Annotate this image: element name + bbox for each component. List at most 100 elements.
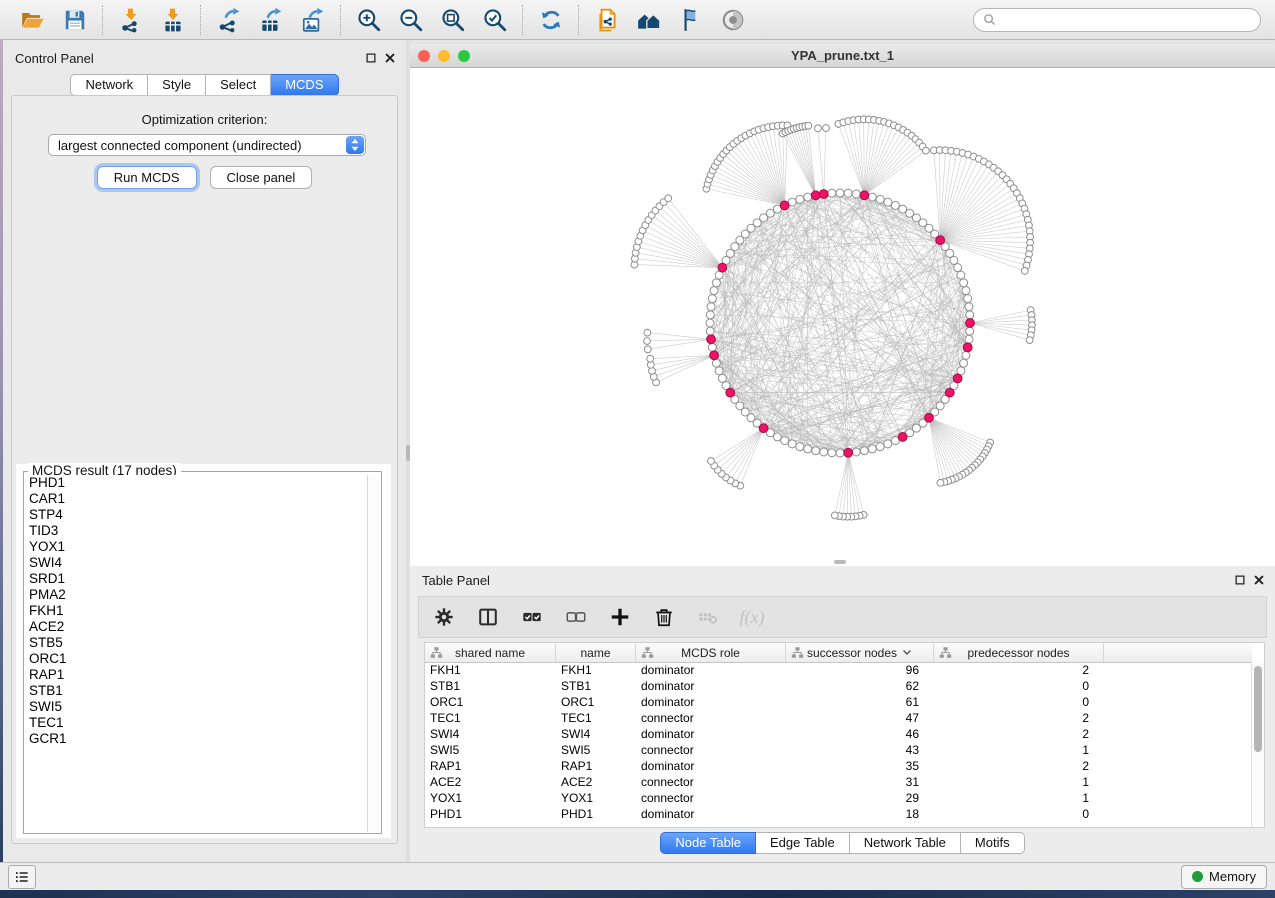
- table-cell[interactable]: 2: [934, 727, 1104, 741]
- add-row-button[interactable]: [605, 602, 635, 632]
- import-network-button[interactable]: [114, 4, 148, 36]
- table-row[interactable]: SWI4SWI4dominator462: [425, 726, 1252, 742]
- graph-node[interactable]: [876, 195, 884, 203]
- table-cell[interactable]: SWI4: [556, 727, 636, 741]
- network-canvas[interactable]: [410, 68, 1275, 558]
- deselect-all-button[interactable]: [561, 602, 591, 632]
- graph-node[interactable]: [804, 445, 812, 453]
- graph-hub-node[interactable]: [953, 374, 962, 383]
- table-cell[interactable]: dominator: [636, 807, 786, 821]
- zoom-in-button[interactable]: [352, 4, 386, 36]
- mcds-result-item[interactable]: TID3: [25, 523, 367, 539]
- table-cell[interactable]: STB1: [556, 679, 636, 693]
- graph-node[interactable]: [828, 449, 836, 457]
- graph-hub-node[interactable]: [710, 351, 719, 360]
- table-cell[interactable]: dominator: [636, 727, 786, 741]
- delete-row-button[interactable]: [649, 602, 679, 632]
- graph-leaf-node[interactable]: [644, 338, 651, 345]
- export-network-button[interactable]: [212, 4, 246, 36]
- mcds-list-scrollbar[interactable]: [367, 475, 380, 832]
- memory-button[interactable]: Memory: [1181, 865, 1267, 889]
- run-mcds-button[interactable]: Run MCDS: [97, 166, 197, 189]
- table-cell[interactable]: SWI5: [556, 743, 636, 757]
- table-cell[interactable]: 2: [934, 663, 1104, 677]
- table-cell[interactable]: connector: [636, 711, 786, 725]
- graph-hub-node[interactable]: [860, 191, 869, 200]
- graph-node[interactable]: [708, 343, 716, 351]
- graph-hub-node[interactable]: [963, 343, 972, 352]
- table-cell[interactable]: 1: [934, 743, 1104, 757]
- table-cell[interactable]: 1: [934, 791, 1104, 805]
- graph-node[interactable]: [965, 335, 973, 343]
- graph-node[interactable]: [706, 319, 714, 327]
- graph-node[interactable]: [868, 193, 876, 201]
- table-cell[interactable]: dominator: [636, 679, 786, 693]
- graph-node[interactable]: [708, 295, 716, 303]
- table-row[interactable]: YOX1YOX1connector291: [425, 790, 1252, 806]
- network-window-titlebar[interactable]: YPA_prune.txt_1: [410, 44, 1275, 68]
- mcds-result-item[interactable]: GCR1: [25, 731, 367, 747]
- export-table-button[interactable]: [254, 4, 288, 36]
- search-input[interactable]: [1002, 11, 1252, 28]
- mcds-result-item[interactable]: STP4: [25, 507, 367, 523]
- graph-node[interactable]: [788, 440, 796, 448]
- column-header-predecessor-nodes[interactable]: predecessor nodes: [934, 643, 1104, 662]
- refresh-button[interactable]: [534, 4, 568, 36]
- table-row[interactable]: ORC1ORC1dominator610: [425, 694, 1252, 710]
- table-cell[interactable]: 0: [934, 679, 1104, 693]
- clone-network-button[interactable]: [590, 4, 624, 36]
- graph-node[interactable]: [884, 440, 892, 448]
- export-image-button[interactable]: [296, 4, 330, 36]
- zoom-out-button[interactable]: [394, 4, 428, 36]
- graph-node[interactable]: [960, 279, 968, 287]
- tab-network[interactable]: Network: [70, 74, 148, 96]
- graph-node[interactable]: [812, 447, 820, 455]
- mcds-result-item[interactable]: YOX1: [25, 539, 367, 555]
- table-cell[interactable]: ORC1: [556, 695, 636, 709]
- graph-leaf-node[interactable]: [644, 346, 651, 353]
- graph-node[interactable]: [964, 295, 972, 303]
- table-cell[interactable]: 1: [934, 775, 1104, 789]
- table-cell[interactable]: 29: [786, 791, 934, 805]
- first-neighbors-button[interactable]: [632, 4, 666, 36]
- hide-selected-button[interactable]: [674, 4, 708, 36]
- column-header-name[interactable]: name: [556, 643, 636, 662]
- graph-node[interactable]: [712, 359, 720, 367]
- column-header-successor-nodes[interactable]: successor nodes: [786, 643, 934, 662]
- graph-leaf-node[interactable]: [647, 355, 654, 362]
- graph-node[interactable]: [707, 303, 715, 311]
- table-cell[interactable]: TEC1: [556, 711, 636, 725]
- import-table-button[interactable]: [156, 4, 190, 36]
- table-row[interactable]: RAP1RAP1dominator352: [425, 758, 1252, 774]
- mcds-result-item[interactable]: TEC1: [25, 715, 367, 731]
- graph-node[interactable]: [820, 448, 828, 456]
- table-cell[interactable]: FKH1: [556, 663, 636, 677]
- mcds-result-item[interactable]: RAP1: [25, 667, 367, 683]
- table-row[interactable]: ACE2ACE2connector311: [425, 774, 1252, 790]
- show-column-panel-button[interactable]: [473, 602, 503, 632]
- graph-node[interactable]: [965, 303, 973, 311]
- close-panel-button[interactable]: Close panel: [210, 166, 313, 189]
- open-session-button[interactable]: [16, 4, 50, 36]
- mcds-result-item[interactable]: SRD1: [25, 571, 367, 587]
- table-cell[interactable]: 62: [786, 679, 934, 693]
- graph-node[interactable]: [804, 193, 812, 201]
- graph-node[interactable]: [718, 374, 726, 382]
- table-cell[interactable]: TEC1: [425, 711, 556, 725]
- table-cell[interactable]: 61: [786, 695, 934, 709]
- table-settings-button[interactable]: [429, 602, 459, 632]
- graph-node[interactable]: [891, 201, 899, 209]
- graph-hub-node[interactable]: [844, 448, 853, 457]
- table-cell[interactable]: SWI5: [425, 743, 556, 757]
- network-graph[interactable]: [410, 68, 1275, 558]
- graph-leaf-node[interactable]: [708, 458, 715, 465]
- graph-hub-node[interactable]: [780, 201, 789, 210]
- graph-node[interactable]: [796, 443, 804, 451]
- graph-hub-node[interactable]: [945, 388, 954, 397]
- mcds-result-item[interactable]: FKH1: [25, 603, 367, 619]
- graph-node[interactable]: [710, 287, 718, 295]
- table-scrollbar[interactable]: [1251, 662, 1264, 827]
- graph-hub-node[interactable]: [966, 319, 975, 328]
- close-panel-icon[interactable]: [384, 52, 396, 64]
- graph-node[interactable]: [796, 195, 804, 203]
